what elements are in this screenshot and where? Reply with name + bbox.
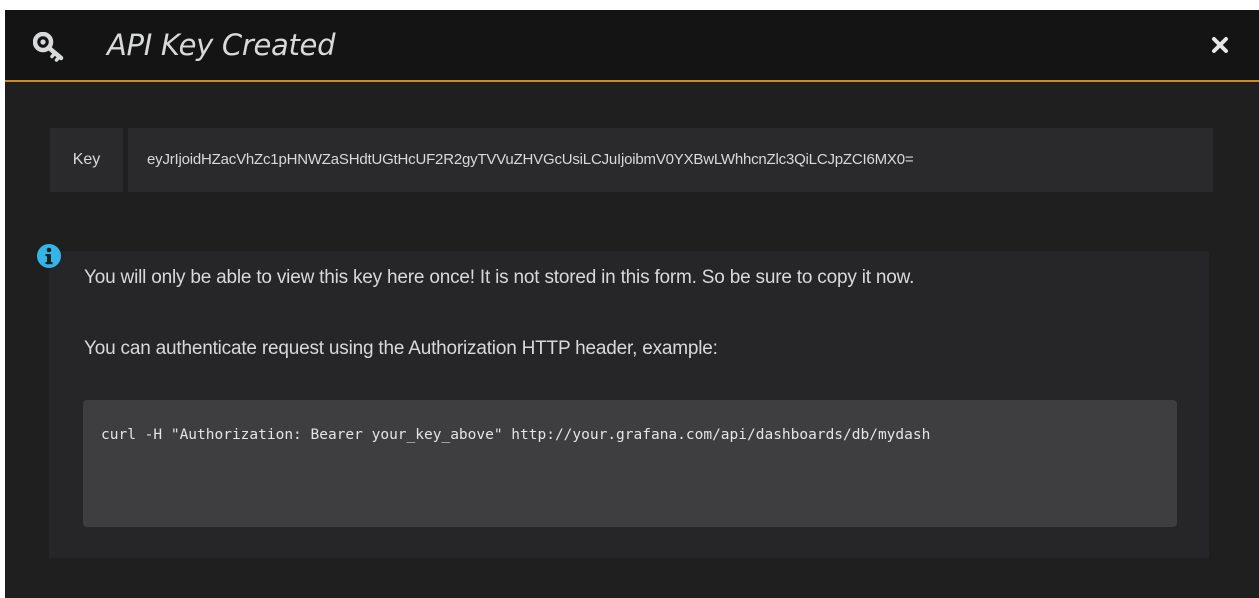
curl-example-code[interactable]: curl -H "Authorization: Bearer your_key_… (83, 400, 1177, 527)
info-icon (36, 243, 62, 269)
info-box: You will only be able to view this key h… (49, 251, 1209, 558)
api-key-modal: API Key Created Key eyJrIjoidHZacVhZc1pH… (5, 10, 1259, 598)
close-icon[interactable] (1209, 34, 1231, 56)
info-warning-text: You will only be able to view this key h… (84, 267, 915, 288)
key-label: Key (50, 128, 123, 192)
key-icon (32, 31, 67, 62)
modal-title: API Key Created (107, 28, 336, 62)
modal-header: API Key Created (5, 10, 1259, 82)
info-auth-text: You can authenticate request using the A… (84, 338, 718, 359)
api-key-value[interactable]: eyJrIjoidHZacVhZc1pHNWZaSHdtUGtHcUF2R2gy… (128, 128, 1213, 192)
